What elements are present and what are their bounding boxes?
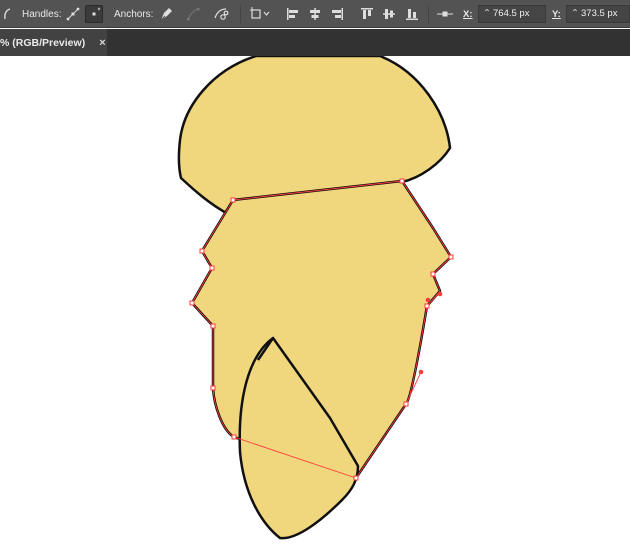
anchor-point[interactable] [209, 265, 215, 271]
show-handles-multiple-button[interactable] [64, 5, 82, 23]
anchor-point[interactable] [399, 178, 405, 184]
toolbar-separator [428, 5, 429, 23]
direction-handle[interactable] [418, 369, 424, 375]
y-label: Y: [552, 8, 561, 20]
document-tab-bar: % (RGB/Preview) × [0, 29, 630, 56]
handles-show-icon [66, 7, 80, 21]
document-tab[interactable]: % (RGB/Preview) × [0, 29, 107, 56]
convert-anchor-icon[interactable] [2, 0, 12, 28]
anchor-point[interactable] [424, 303, 430, 309]
control-bar: Handles: Anchors: X: ⌃ 764.5 px Y: ⌃ 373… [0, 0, 630, 28]
direction-handle[interactable] [425, 297, 431, 303]
connect-path-icon [187, 8, 200, 21]
handles-hide-icon [92, 7, 101, 16]
align-top-icon[interactable] [360, 0, 374, 28]
y-coordinate-value: 373.5 px [581, 8, 618, 19]
anchor-point[interactable] [231, 434, 237, 440]
anchor-point[interactable] [210, 323, 216, 329]
pen-remove-icon [160, 8, 172, 21]
align-left-icon[interactable] [286, 0, 300, 28]
isolate-dropdown-icon [250, 7, 270, 19]
stepper-icon[interactable]: ⌃ [483, 6, 493, 22]
align-hcenter-icon[interactable] [308, 0, 322, 28]
hide-handles-multiple-button[interactable] [85, 5, 103, 23]
remove-anchor-button[interactable] [157, 5, 175, 23]
document-tab-title: % (RGB/Preview) [0, 36, 86, 49]
align-right-icon[interactable] [330, 0, 344, 28]
close-tab-icon[interactable]: × [99, 37, 105, 49]
handles-label: Handles: [22, 8, 62, 20]
direction-handle[interactable] [437, 291, 443, 297]
stepper-icon[interactable]: ⌃ [571, 6, 581, 22]
anchor-point[interactable] [448, 254, 454, 260]
x-coordinate-field[interactable]: ⌃ 764.5 px [478, 5, 546, 23]
anchor-point[interactable] [430, 271, 436, 277]
anchors-label: Anchors: [114, 8, 154, 20]
align-bottom-icon[interactable] [405, 0, 419, 28]
toolbar-separator [240, 5, 241, 23]
anchor-point[interactable] [199, 248, 205, 254]
anchor-point[interactable] [353, 475, 359, 481]
isolate-object-button[interactable] [249, 5, 273, 23]
anchor-point[interactable] [189, 300, 195, 306]
reference-point-icon[interactable] [436, 0, 454, 28]
cut-path-icon [214, 8, 229, 20]
x-label: X: [463, 8, 473, 20]
y-coordinate-field[interactable]: ⌃ 373.5 px [566, 5, 630, 23]
x-coordinate-value: 764.5 px [493, 8, 530, 19]
anchor-point[interactable] [403, 401, 409, 407]
align-vcenter-icon[interactable] [382, 0, 396, 28]
artboard-canvas[interactable] [0, 54, 630, 549]
cut-path-button[interactable] [212, 5, 230, 23]
artwork [177, 54, 454, 540]
anchor-point[interactable] [230, 197, 236, 203]
connect-anchors-button[interactable] [184, 5, 202, 23]
anchor-point[interactable] [210, 385, 216, 391]
